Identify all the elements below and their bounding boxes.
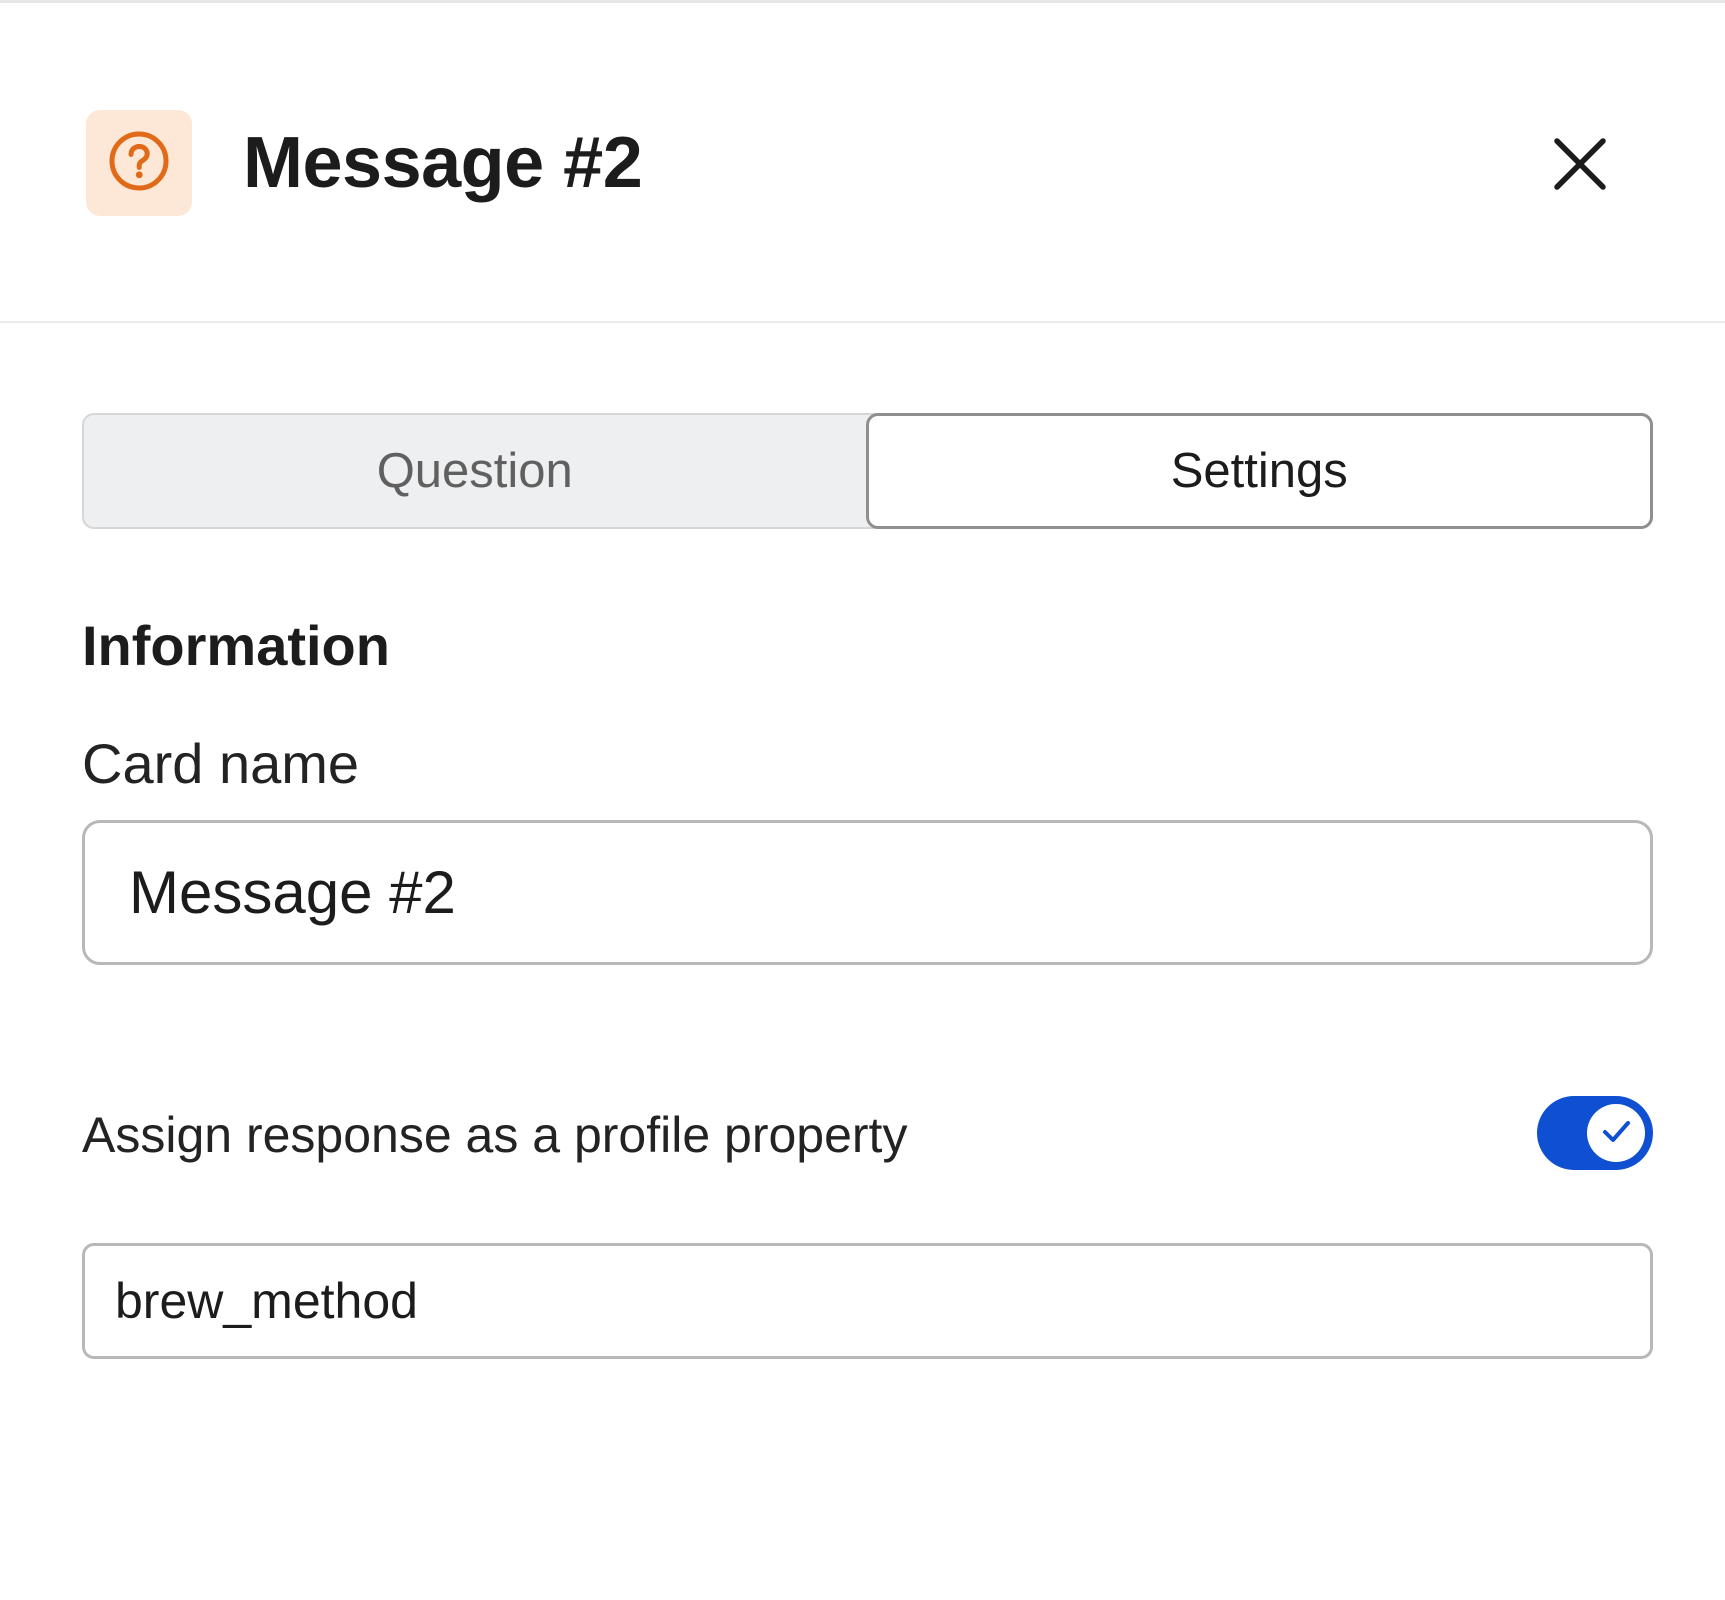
close-button[interactable] xyxy=(1540,126,1620,206)
close-icon xyxy=(1552,136,1608,197)
panel-header: Message #2 xyxy=(0,3,1725,323)
toggle-knob xyxy=(1587,1104,1645,1162)
profile-property-input[interactable] xyxy=(82,1243,1653,1359)
profile-property-toggle[interactable] xyxy=(1537,1096,1653,1170)
checkmark-icon xyxy=(1597,1112,1635,1155)
card-name-input[interactable] xyxy=(82,820,1653,965)
profile-property-label: Assign response as a profile property xyxy=(82,1107,908,1163)
panel-title: Message #2 xyxy=(243,123,643,203)
section-heading-information: Information xyxy=(82,614,390,677)
card-name-label: Card name xyxy=(82,732,360,795)
tab-question[interactable]: Question xyxy=(84,415,866,527)
card-type-badge xyxy=(86,110,192,216)
question-circle-icon xyxy=(107,129,171,198)
tab-settings[interactable]: Settings xyxy=(865,413,1653,529)
tab-bar: Question Settings xyxy=(82,413,1653,529)
